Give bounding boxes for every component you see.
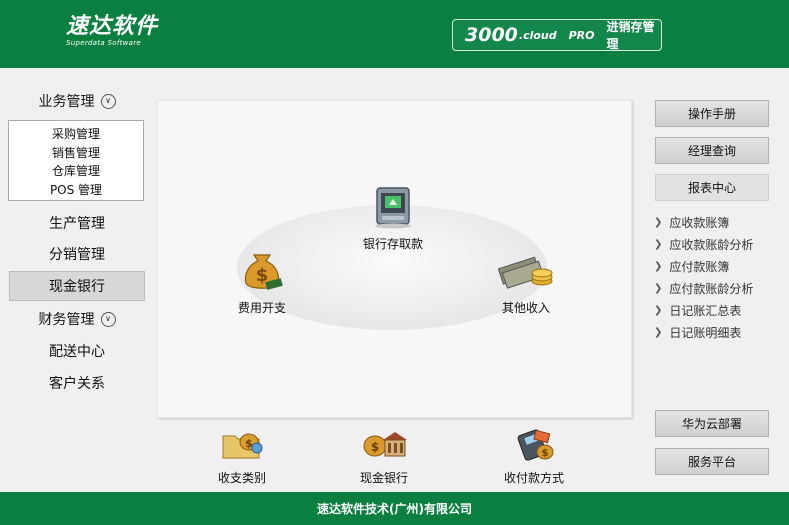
business-submenu: 采购管理 销售管理 仓库管理 POS 管理	[8, 120, 144, 201]
chevron-right-icon: ❯	[654, 326, 663, 338]
report-link-payable-ledger[interactable]: ❯ 应付款账簿	[654, 257, 729, 275]
shortcut-payment-method-label: 收付款方式	[504, 471, 565, 485]
chevron-right-icon: ❯	[654, 304, 663, 316]
bank-transfer-node[interactable]: 银行存取款	[363, 185, 423, 252]
shortcut-cash-bank[interactable]: $ 现金银行	[360, 428, 408, 486]
footer-bar: 速达软件技术(广州)有限公司	[0, 492, 789, 525]
submenu-sales[interactable]: 销售管理	[9, 144, 143, 163]
card-reader-icon: $	[511, 428, 557, 466]
other-income-label: 其他收入	[501, 301, 550, 315]
nav-business[interactable]: 业务管理 ∨	[9, 86, 145, 116]
report-link-label: 应付款账龄分析	[669, 281, 754, 296]
report-link-label: 应收款账簿	[669, 215, 730, 230]
expense-label: 费用开支	[238, 301, 287, 315]
expense-node[interactable]: $ 费用开支	[238, 247, 286, 316]
cash-bank-panel: 银行存取款 $ 费用开支 其他收入	[157, 100, 632, 418]
submenu-pos[interactable]: POS 管理	[9, 181, 143, 200]
submenu-purchase[interactable]: 采购管理	[9, 125, 143, 144]
bank-building-icon: $	[361, 428, 407, 466]
report-link-journal-summary[interactable]: ❯ 日记账汇总表	[654, 301, 741, 319]
report-link-label: 日记账汇总表	[669, 303, 742, 318]
bank-transfer-label: 银行存取款	[363, 237, 424, 251]
nav-finance[interactable]: 财务管理 ∨	[9, 304, 145, 334]
report-center-header: 报表中心	[655, 174, 769, 201]
cash-coins-icon	[497, 255, 554, 297]
other-income-node[interactable]: 其他收入	[497, 255, 554, 316]
nav-cash-bank[interactable]: 现金银行	[9, 271, 145, 301]
shortcut-payment-method[interactable]: $ 收付款方式	[504, 428, 564, 486]
manual-button[interactable]: 操作手册	[655, 100, 769, 127]
logo-text: 速达软件	[66, 14, 159, 39]
product-badge: 3000 .cloud PRO 进销存管理	[452, 19, 662, 51]
chevron-right-icon: ❯	[654, 260, 663, 272]
nav-finance-label: 财务管理	[38, 312, 95, 328]
chevron-down-icon[interactable]: ∨	[100, 93, 116, 109]
nav-customer[interactable]: 客户关系	[9, 368, 145, 398]
chevron-down-icon[interactable]: ∨	[100, 311, 116, 327]
report-link-label: 应付款账簿	[669, 259, 730, 274]
nav-delivery[interactable]: 配送中心	[9, 336, 145, 366]
product-edition: PRO	[568, 28, 595, 42]
report-link-label: 应收款账龄分析	[669, 237, 754, 252]
report-link-journal-detail[interactable]: ❯ 日记账明细表	[654, 323, 741, 341]
shortcut-category[interactable]: $ 收支类别	[218, 428, 266, 486]
chevron-right-icon: ❯	[654, 282, 663, 294]
nav-business-label: 业务管理	[38, 94, 95, 110]
chevron-right-icon: ❯	[654, 238, 663, 250]
atm-icon	[370, 185, 416, 233]
nav-distribution[interactable]: 分销管理	[9, 239, 145, 269]
folder-money-icon: $	[219, 428, 265, 466]
report-link-receivable-ledger[interactable]: ❯ 应收款账簿	[654, 213, 729, 231]
huawei-cloud-button[interactable]: 华为云部署	[655, 410, 769, 437]
svg-text:$: $	[542, 448, 549, 459]
svg-text:$: $	[371, 440, 379, 454]
manager-query-button[interactable]: 经理查询	[655, 137, 769, 164]
report-link-receivable-aging[interactable]: ❯ 应收款账龄分析	[654, 235, 753, 253]
logo-subtext: Superdata Software	[66, 39, 142, 47]
logo: 速达软件 Superdata Software	[66, 14, 159, 48]
chevron-right-icon: ❯	[654, 216, 663, 228]
product-cloud: .cloud	[518, 28, 557, 42]
shortcut-category-label: 收支类别	[218, 471, 267, 485]
nav-production[interactable]: 生产管理	[9, 208, 145, 238]
report-link-label: 日记账明细表	[669, 325, 742, 340]
submenu-warehouse[interactable]: 仓库管理	[9, 162, 143, 181]
shortcut-cash-bank-label: 现金银行	[360, 471, 409, 485]
product-description: 进销存管理	[606, 20, 655, 51]
company-name: 速达软件技术(广州)有限公司	[317, 502, 472, 516]
product-version: 3000	[465, 24, 518, 46]
header-bar: 速达软件 Superdata Software 3000 .cloud PRO …	[0, 0, 789, 68]
service-platform-button[interactable]: 服务平台	[655, 448, 769, 475]
money-bag-icon: $	[240, 247, 284, 297]
report-link-payable-aging[interactable]: ❯ 应付款账龄分析	[654, 279, 753, 297]
